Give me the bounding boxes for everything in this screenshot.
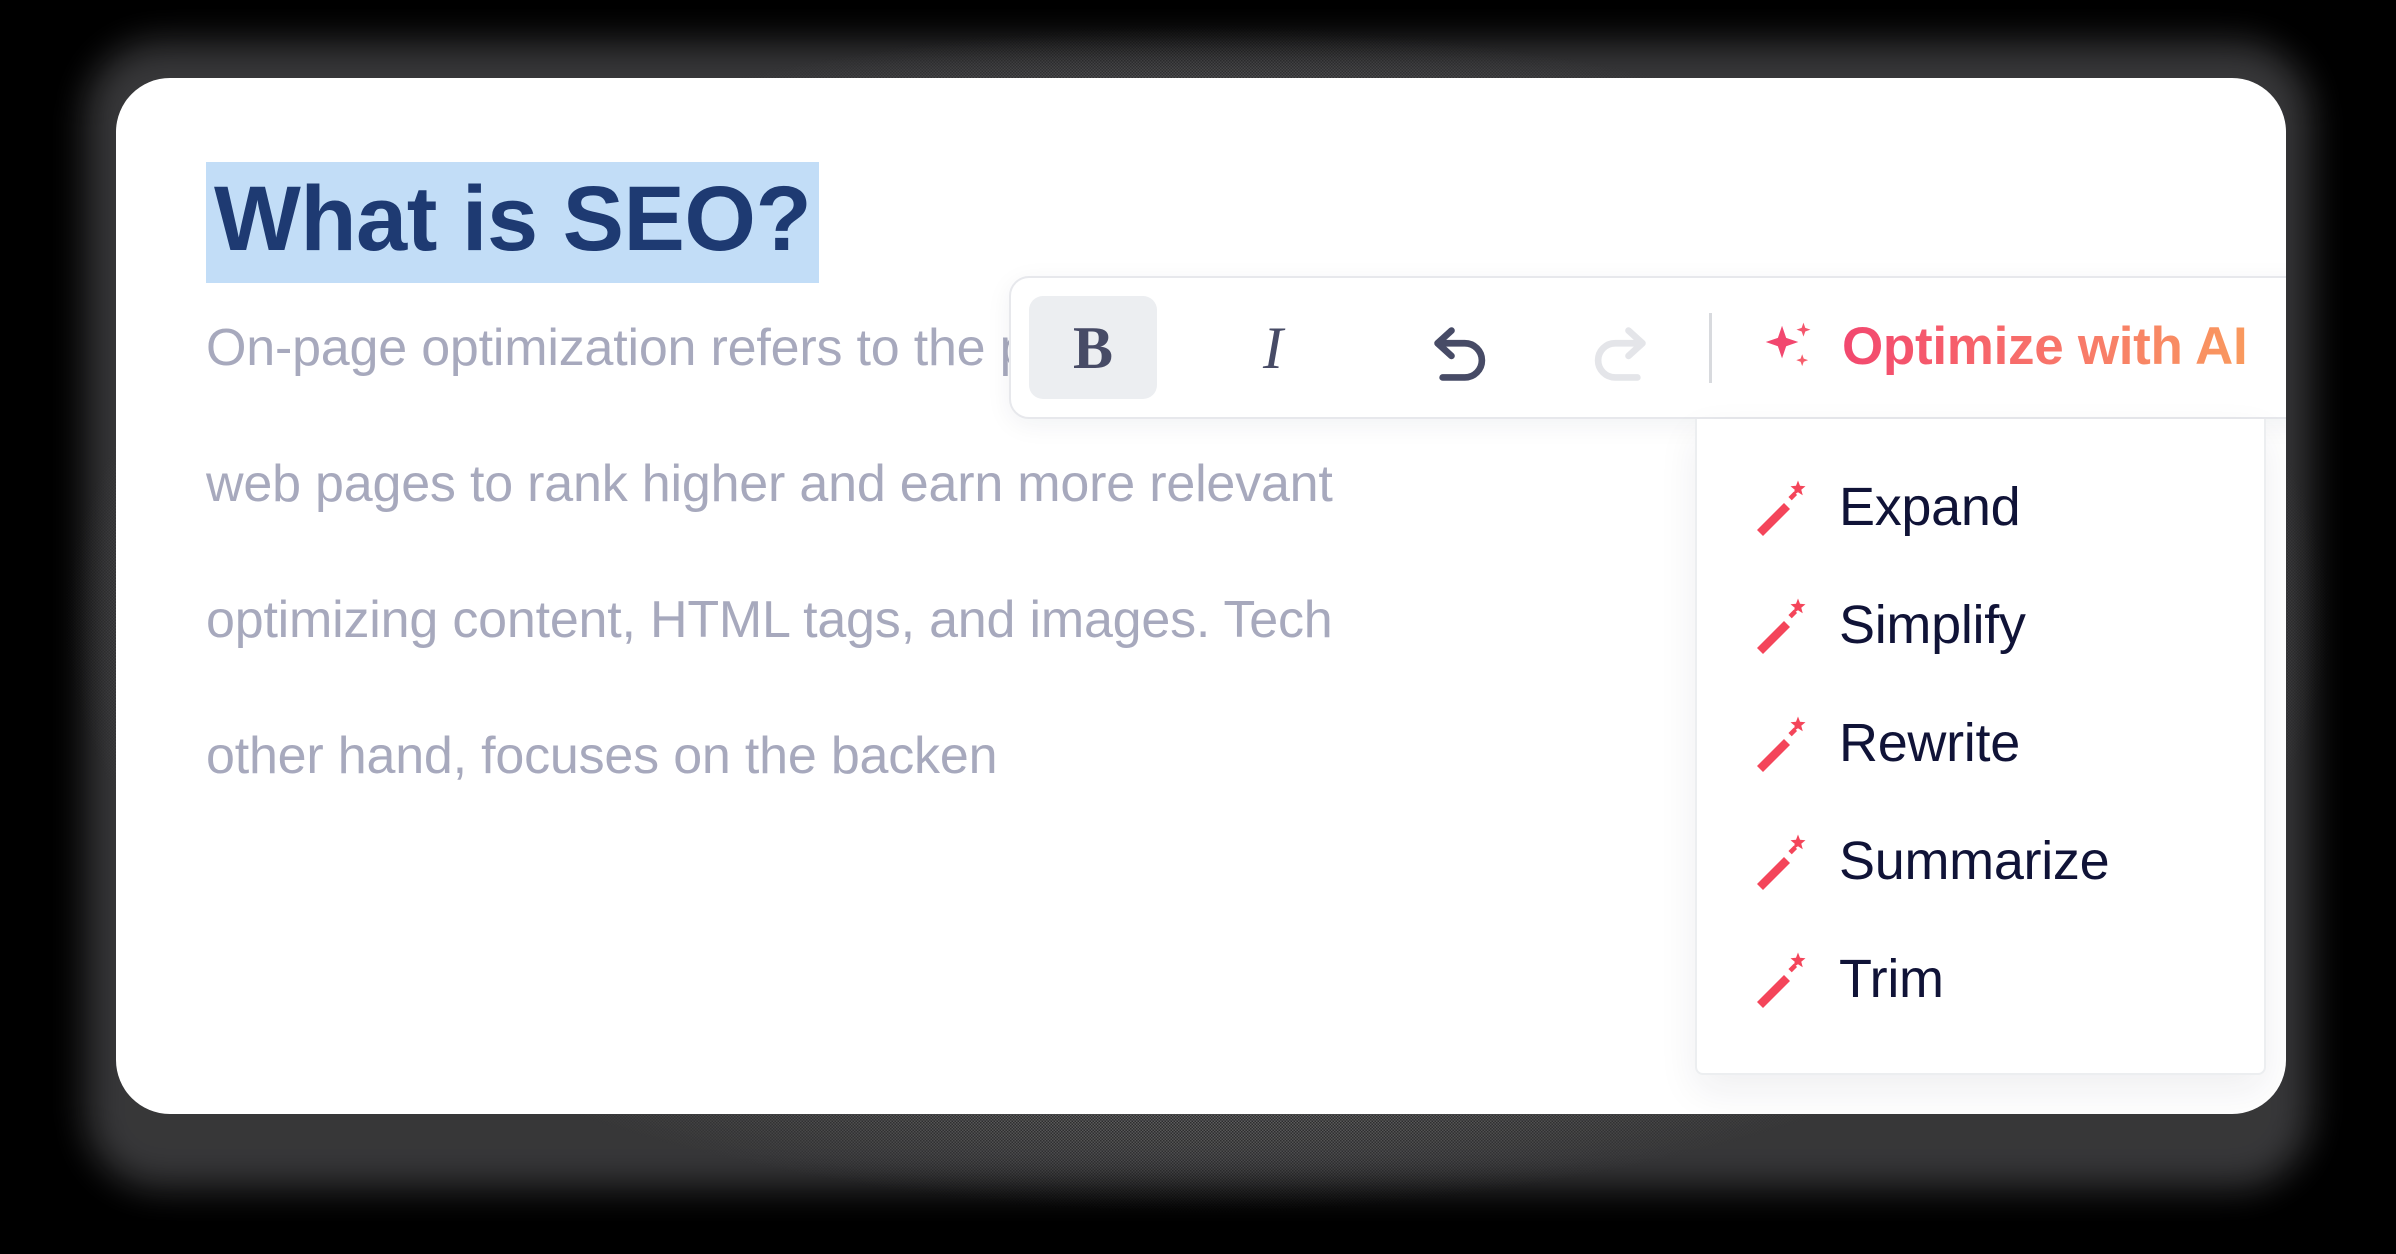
screenshot-root: What is SEO? On-page optimization refers…	[0, 0, 2396, 1254]
bold-button[interactable]: B	[1029, 296, 1157, 399]
magic-wand-icon	[1757, 834, 1806, 890]
magic-wand-icon	[1757, 480, 1806, 536]
magic-wand-icon	[1757, 716, 1806, 772]
editor-card: What is SEO? On-page optimization refers…	[116, 78, 2286, 1114]
magic-wand-icon	[1757, 598, 1806, 654]
menu-item-trim[interactable]: Trim	[1697, 921, 2264, 1039]
italic-button[interactable]: I	[1209, 296, 1337, 399]
menu-item-label: Trim	[1839, 949, 1944, 1010]
ai-options-menu: Expand Simplify Rewrite Summarize Trim	[1695, 419, 2266, 1075]
menu-item-label: Rewrite	[1839, 713, 2020, 774]
sparkle-icon	[1765, 322, 1811, 366]
title-row: What is SEO?	[206, 162, 2226, 283]
menu-item-rewrite[interactable]: Rewrite	[1697, 685, 2264, 803]
menu-item-summarize[interactable]: Summarize	[1697, 803, 2264, 921]
toolbar-divider	[1709, 312, 1712, 383]
redo-button[interactable]	[1555, 296, 1683, 399]
document-title[interactable]: What is SEO?	[206, 162, 820, 283]
redo-icon	[1594, 326, 1646, 381]
italic-icon: I	[1263, 314, 1283, 381]
optimize-with-ai-button[interactable]: Optimize with AI	[1742, 296, 2263, 399]
menu-item-expand[interactable]: Expand	[1697, 449, 2264, 567]
formatting-toolbar: B I Optimize with AI	[1009, 276, 2286, 419]
bold-icon: B	[1072, 314, 1114, 381]
menu-item-label: Expand	[1839, 477, 2021, 538]
magic-wand-icon	[1757, 952, 1806, 1008]
menu-item-label: Simplify	[1839, 595, 2026, 656]
undo-icon	[1434, 326, 1486, 381]
menu-item-simplify[interactable]: Simplify	[1697, 567, 2264, 685]
undo-button[interactable]	[1397, 296, 1525, 399]
menu-item-label: Summarize	[1839, 831, 2110, 892]
optimize-with-ai-label: Optimize with AI	[1842, 317, 2248, 377]
